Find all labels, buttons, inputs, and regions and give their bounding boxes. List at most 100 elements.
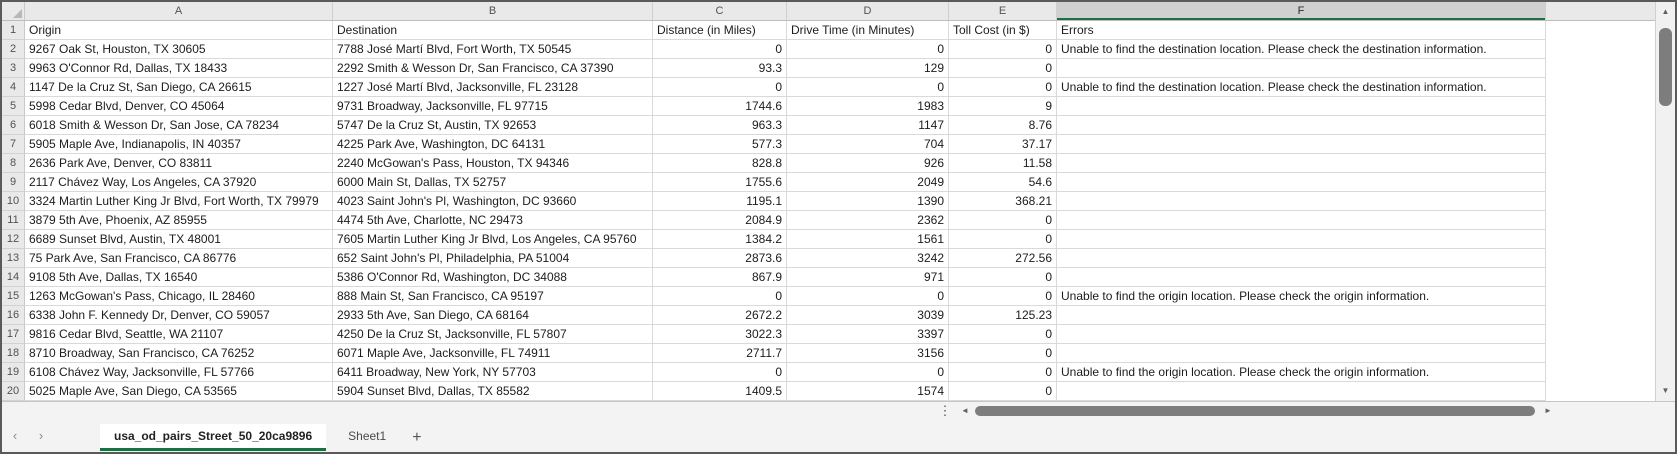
cell-d13[interactable]: 3242 [787, 249, 949, 268]
column-header-c[interactable]: C [653, 2, 787, 21]
cell-c7[interactable]: 577.3 [653, 135, 787, 154]
horizontal-scrollbar[interactable]: ◄ ► [958, 404, 1555, 418]
cell-e13[interactable]: 272.56 [949, 249, 1057, 268]
cell-c2[interactable]: 0 [653, 40, 787, 59]
row-header-6[interactable]: 6 [2, 116, 25, 135]
cell-a11[interactable]: 3879 5th Ave, Phoenix, AZ 85955 [25, 211, 333, 230]
cell-f9[interactable] [1057, 173, 1546, 192]
row-header-5[interactable]: 5 [2, 97, 25, 116]
cell-a4[interactable]: 1147 De la Cruz St, San Diego, CA 26615 [25, 78, 333, 97]
cell-d19[interactable]: 0 [787, 363, 949, 382]
cell-a18[interactable]: 8710 Broadway, San Francisco, CA 76252 [25, 344, 333, 363]
row-header-18[interactable]: 18 [2, 344, 25, 363]
cell-f17[interactable] [1057, 325, 1546, 344]
cell-b13[interactable]: 652 Saint John's Pl, Philadelphia, PA 51… [333, 249, 653, 268]
previous-sheet-button[interactable]: ‹ [2, 428, 28, 451]
cell-e1[interactable]: Toll Cost (in $) [949, 21, 1057, 40]
horizontal-scrollbar-thumb[interactable] [975, 406, 1535, 416]
cell-d15[interactable]: 0 [787, 287, 949, 306]
cell-b17[interactable]: 4250 De la Cruz St, Jacksonville, FL 578… [333, 325, 653, 344]
cell-a20[interactable]: 5025 Maple Ave, San Diego, CA 53565 [25, 382, 333, 401]
cell-b14[interactable]: 5386 O'Connor Rd, Washington, DC 34088 [333, 268, 653, 287]
cell-a9[interactable]: 2117 Chávez Way, Los Angeles, CA 37920 [25, 173, 333, 192]
cell-d16[interactable]: 3039 [787, 306, 949, 325]
cell-d11[interactable]: 2362 [787, 211, 949, 230]
row-header-15[interactable]: 15 [2, 287, 25, 306]
cell-b12[interactable]: 7605 Martin Luther King Jr Blvd, Los Ang… [333, 230, 653, 249]
cell-c18[interactable]: 2711.7 [653, 344, 787, 363]
row-header-19[interactable]: 19 [2, 363, 25, 382]
cell-e15[interactable]: 0 [949, 287, 1057, 306]
cell-a10[interactable]: 3324 Martin Luther King Jr Blvd, Fort Wo… [25, 192, 333, 211]
cell-c3[interactable]: 93.3 [653, 59, 787, 78]
cell-a7[interactable]: 5905 Maple Ave, Indianapolis, IN 40357 [25, 135, 333, 154]
row-header-11[interactable]: 11 [2, 211, 25, 230]
cell-e19[interactable]: 0 [949, 363, 1057, 382]
column-header-d[interactable]: D [787, 2, 949, 21]
cell-c11[interactable]: 2084.9 [653, 211, 787, 230]
cell-a14[interactable]: 9108 5th Ave, Dallas, TX 16540 [25, 268, 333, 287]
cell-e11[interactable]: 0 [949, 211, 1057, 230]
cell-b2[interactable]: 7788 José Martí Blvd, Fort Worth, TX 505… [333, 40, 653, 59]
cell-e7[interactable]: 37.17 [949, 135, 1057, 154]
cell-f18[interactable] [1057, 344, 1546, 363]
cell-f19[interactable]: Unable to find the origin location. Plea… [1057, 363, 1546, 382]
cell-a19[interactable]: 6108 Chávez Way, Jacksonville, FL 57766 [25, 363, 333, 382]
cell-b7[interactable]: 4225 Park Ave, Washington, DC 64131 [333, 135, 653, 154]
sheet-tab-sheet1[interactable]: Sheet1 [334, 424, 400, 451]
cell-c9[interactable]: 1755.6 [653, 173, 787, 192]
cell-a3[interactable]: 9963 O'Connor Rd, Dallas, TX 18433 [25, 59, 333, 78]
cell-e3[interactable]: 0 [949, 59, 1057, 78]
cell-e14[interactable]: 0 [949, 268, 1057, 287]
cell-c8[interactable]: 828.8 [653, 154, 787, 173]
cell-e9[interactable]: 54.6 [949, 173, 1057, 192]
vertical-scrollbar-thumb[interactable] [1659, 28, 1672, 106]
cell-f14[interactable] [1057, 268, 1546, 287]
row-header-9[interactable]: 9 [2, 173, 25, 192]
row-header-4[interactable]: 4 [2, 78, 25, 97]
cell-a15[interactable]: 1263 McGowan's Pass, Chicago, IL 28460 [25, 287, 333, 306]
cell-d3[interactable]: 129 [787, 59, 949, 78]
cell-f8[interactable] [1057, 154, 1546, 173]
cell-d6[interactable]: 1147 [787, 116, 949, 135]
cell-a2[interactable]: 9267 Oak St, Houston, TX 30605 [25, 40, 333, 59]
cell-d2[interactable]: 0 [787, 40, 949, 59]
cell-d4[interactable]: 0 [787, 78, 949, 97]
cell-f11[interactable] [1057, 211, 1546, 230]
row-header-20[interactable]: 20 [2, 382, 25, 401]
cell-b1[interactable]: Destination [333, 21, 653, 40]
cell-e2[interactable]: 0 [949, 40, 1057, 59]
column-header-a[interactable]: A [25, 2, 333, 21]
cell-f5[interactable] [1057, 97, 1546, 116]
cell-c4[interactable]: 0 [653, 78, 787, 97]
cell-c13[interactable]: 2873.6 [653, 249, 787, 268]
row-header-17[interactable]: 17 [2, 325, 25, 344]
row-header-13[interactable]: 13 [2, 249, 25, 268]
cell-d1[interactable]: Drive Time (in Minutes) [787, 21, 949, 40]
cell-d7[interactable]: 704 [787, 135, 949, 154]
cell-b11[interactable]: 4474 5th Ave, Charlotte, NC 29473 [333, 211, 653, 230]
column-header-b[interactable]: B [333, 2, 653, 21]
cell-b10[interactable]: 4023 Saint John's Pl, Washington, DC 936… [333, 192, 653, 211]
scroll-right-button[interactable]: ► [1541, 404, 1555, 418]
cell-a13[interactable]: 75 Park Ave, San Francisco, CA 86776 [25, 249, 333, 268]
cell-f12[interactable] [1057, 230, 1546, 249]
cell-b20[interactable]: 5904 Sunset Blvd, Dallas, TX 85582 [333, 382, 653, 401]
cell-d14[interactable]: 971 [787, 268, 949, 287]
vertical-ellipsis-icon[interactable]: ⋮ [938, 403, 952, 419]
cell-b4[interactable]: 1227 José Martí Blvd, Jacksonville, FL 2… [333, 78, 653, 97]
row-header-3[interactable]: 3 [2, 59, 25, 78]
cell-c6[interactable]: 963.3 [653, 116, 787, 135]
cell-e16[interactable]: 125.23 [949, 306, 1057, 325]
cell-a16[interactable]: 6338 John F. Kennedy Dr, Denver, CO 5905… [25, 306, 333, 325]
cell-a8[interactable]: 2636 Park Ave, Denver, CO 83811 [25, 154, 333, 173]
cell-d17[interactable]: 3397 [787, 325, 949, 344]
row-header-16[interactable]: 16 [2, 306, 25, 325]
cell-f20[interactable] [1057, 382, 1546, 401]
cell-b15[interactable]: 888 Main St, San Francisco, CA 95197 [333, 287, 653, 306]
cell-f7[interactable] [1057, 135, 1546, 154]
row-header-8[interactable]: 8 [2, 154, 25, 173]
cell-f13[interactable] [1057, 249, 1546, 268]
cell-b5[interactable]: 9731 Broadway, Jacksonville, FL 97715 [333, 97, 653, 116]
cell-d18[interactable]: 3156 [787, 344, 949, 363]
